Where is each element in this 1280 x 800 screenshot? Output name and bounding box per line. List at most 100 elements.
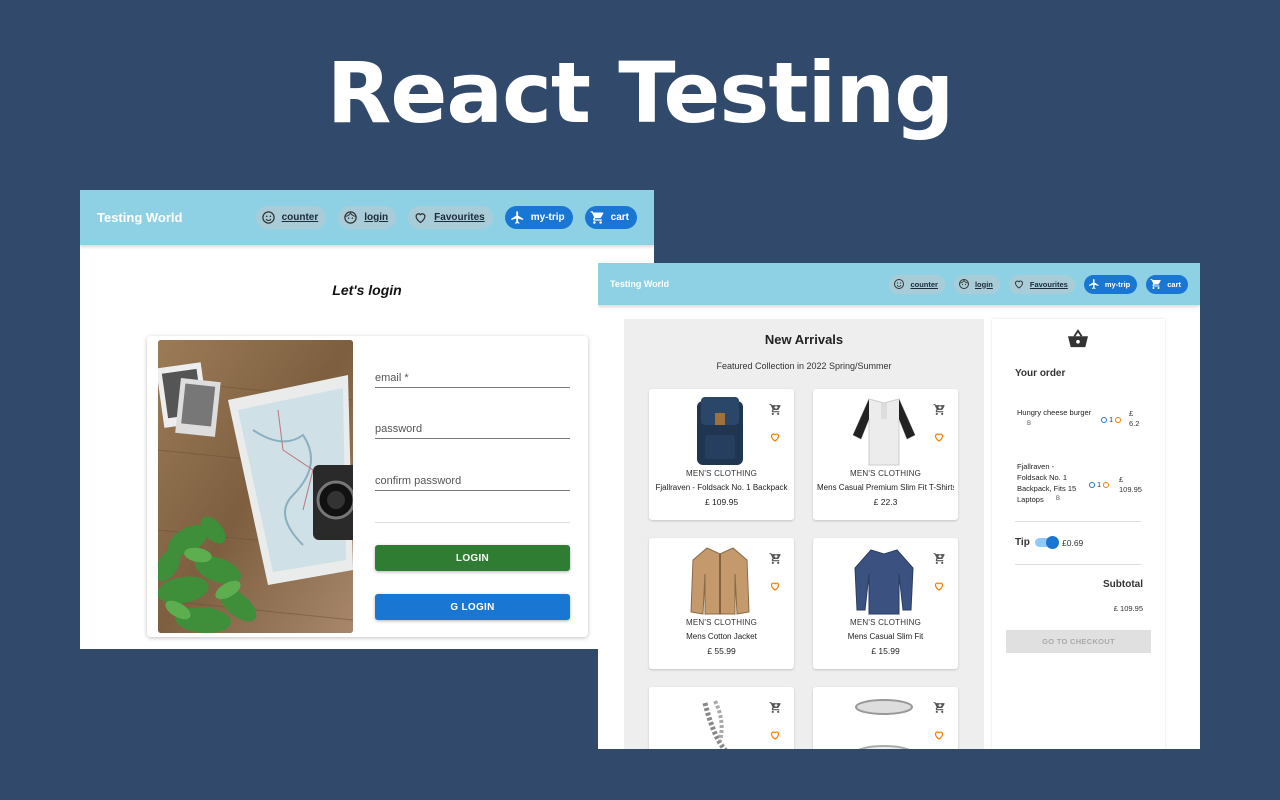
confirm-password-placeholder: confirm password [375, 475, 462, 487]
nav-my-trip[interactable]: my-trip [504, 206, 573, 229]
subtotal-value: £ 109.95 [1113, 604, 1143, 613]
tip-label: Tip [1015, 537, 1030, 548]
basket-icon [1068, 329, 1088, 348]
product-category: MEN'S CLOTHING [850, 469, 921, 478]
tip-toggle[interactable] [1035, 536, 1059, 549]
app-bar: Testing World counter login Favourites m… [598, 263, 1200, 305]
product-category: MEN'S CLOTHING [850, 618, 921, 627]
order-item-qty: 1 [1097, 480, 1102, 489]
nav-cart[interactable]: cart [1146, 274, 1188, 294]
nav-favourites[interactable]: Favourites [408, 206, 493, 229]
product-name: Fjallraven - Foldsack No. 1 Backpack [655, 483, 788, 492]
favourite-heart-icon[interactable] [769, 431, 781, 443]
form-divider [375, 522, 570, 523]
favourite-heart-icon[interactable] [933, 431, 945, 443]
add-to-cart-icon[interactable] [769, 701, 782, 714]
confirm-password-field[interactable]: confirm password [375, 469, 570, 491]
nav-my-trip[interactable]: my-trip [1083, 274, 1138, 294]
heart-icon [1014, 280, 1023, 289]
product-card[interactable]: MEN'S CLOTHING Mens Casual Slim Fit £ 15… [813, 538, 958, 669]
airplane-icon [510, 211, 523, 224]
brand-title[interactable]: Testing World [610, 279, 669, 289]
nav-cart-label: cart [610, 212, 629, 223]
increase-quantity-icon[interactable] [1089, 481, 1095, 488]
order-divider [1015, 564, 1141, 565]
product-card[interactable]: MEN'S CLOTHING Fjallraven - Foldsack No.… [649, 389, 794, 520]
favourite-heart-icon[interactable] [769, 580, 781, 592]
product-price: £ 109.95 [704, 497, 739, 507]
your-order-title: Your order [1015, 368, 1066, 379]
product-image-longsleeve [854, 549, 914, 615]
product-card[interactable]: MEN'S CLOTHING Mens Casual Premium Slim … [813, 389, 958, 520]
nav-login[interactable]: login [953, 274, 1000, 294]
tip-value: £0.69 [1062, 538, 1084, 548]
order-item-price: £ 6.2 [1129, 409, 1139, 429]
login-button[interactable]: LOGIN [375, 545, 570, 571]
hero-title: React Testing [326, 44, 955, 142]
decrease-quantity-icon[interactable] [1103, 481, 1110, 488]
product-name: Mens Casual Premium Slim Fit T-Shirts [817, 483, 954, 492]
nav-login[interactable]: login [338, 206, 397, 229]
travel-photo [158, 340, 353, 633]
product-name: Mens Cotton Jacket [686, 632, 757, 641]
login-title: Let's login [332, 282, 402, 298]
product-price: £ 22.3 [873, 497, 898, 507]
product-image-bracelet [702, 700, 728, 749]
order-panel: Your order Hungry cheese burger B 1 £ 6.… [992, 319, 1165, 749]
favourite-heart-icon[interactable] [769, 729, 781, 741]
order-item-currency: £ [1129, 409, 1134, 418]
product-card[interactable] [813, 687, 958, 749]
nav-counter-label: counter [910, 279, 938, 289]
nav-favourites-label: Favourites [1029, 279, 1068, 289]
order-item-name: Hungry cheese burger [1017, 408, 1092, 417]
order-divider [1015, 521, 1141, 522]
password-placeholder: password [375, 423, 423, 435]
nav-login-label: login [364, 212, 389, 223]
nav-counter[interactable]: counter [889, 274, 945, 294]
google-login-button[interactable]: G LOGIN [375, 594, 570, 620]
add-to-cart-icon[interactable] [769, 552, 782, 565]
product-category: MEN'S CLOTHING [686, 618, 757, 627]
increase-quantity-icon[interactable] [1101, 416, 1107, 423]
brand-title[interactable]: Testing World [97, 210, 182, 225]
order-item-currency: £ [1119, 475, 1124, 484]
login-card: email * password confirm password LOGIN … [147, 336, 588, 637]
order-item-quantity: 1 [1089, 480, 1110, 489]
decrease-quantity-icon[interactable] [1115, 416, 1122, 423]
nav-favourites[interactable]: Favourites [1008, 274, 1075, 294]
smiley-icon [894, 279, 905, 289]
order-item-tag: B [1027, 421, 1032, 427]
shop-window: Testing World counter login Favourites m… [598, 263, 1200, 749]
nav-bar: counter login Favourites my-trip cart [880, 274, 1188, 294]
order-item-amount: 109.95 [1119, 485, 1142, 494]
cart-icon [590, 211, 604, 224]
checkout-button[interactable]: GO TO CHECKOUT [1006, 630, 1151, 653]
new-arrivals-subtitle: Featured Collection in 2022 Spring/Summe… [716, 361, 892, 371]
password-field[interactable]: password [375, 417, 570, 439]
product-price: £ 55.99 [707, 646, 736, 656]
email-field[interactable]: email * [375, 366, 570, 388]
favourite-heart-icon[interactable] [933, 729, 945, 741]
product-card[interactable] [649, 687, 794, 749]
order-item-tag: B [1056, 496, 1061, 502]
tip-toggle-knob [1046, 536, 1059, 549]
add-to-cart-icon[interactable] [769, 403, 782, 416]
smiley-icon [261, 211, 275, 224]
new-arrivals-title: New Arrivals [764, 332, 844, 347]
subtotal-label: Subtotal [1103, 579, 1143, 590]
nav-cart[interactable]: cart [584, 206, 637, 229]
product-card[interactable]: MEN'S CLOTHING Mens Cotton Jacket £ 55.9… [649, 538, 794, 669]
products-panel: New Arrivals Featured Collection in 2022… [624, 319, 984, 749]
nav-my-trip-label: my-trip [1104, 279, 1131, 289]
product-image-jacket [690, 547, 750, 615]
add-to-cart-icon[interactable] [933, 701, 946, 714]
product-category: MEN'S CLOTHING [686, 469, 757, 478]
product-image-tshirt [852, 398, 916, 466]
nav-bar: counter login Favourites my-trip cart [244, 206, 637, 229]
favourite-heart-icon[interactable] [933, 580, 945, 592]
add-to-cart-icon[interactable] [933, 403, 946, 416]
add-to-cart-icon[interactable] [933, 552, 946, 565]
login-window: Testing World counter login Favourites m… [80, 190, 654, 649]
nav-counter[interactable]: counter [255, 206, 327, 229]
product-name: Mens Casual Slim Fit [847, 632, 924, 641]
